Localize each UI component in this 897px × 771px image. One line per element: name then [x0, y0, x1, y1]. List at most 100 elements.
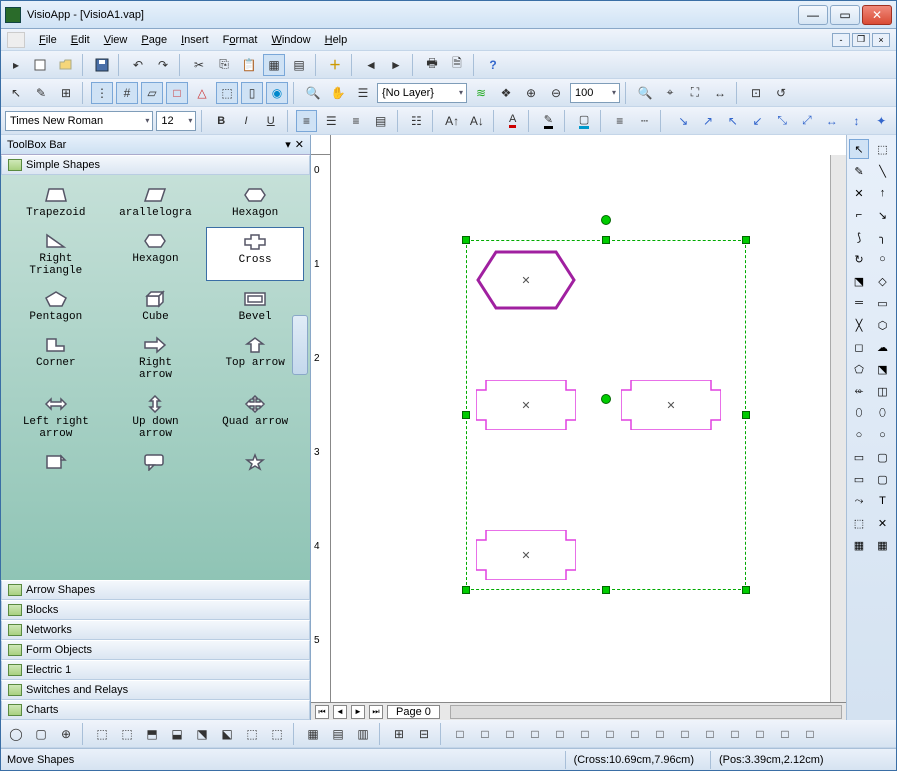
shape-item-tarrow[interactable]: Top arrow: [206, 331, 304, 385]
right-tool-18[interactable]: ◻: [849, 337, 869, 357]
pointer-tool[interactable]: ↖: [5, 82, 27, 104]
grid-tool[interactable]: ⊞: [55, 82, 77, 104]
right-tool-33[interactable]: T: [873, 491, 893, 511]
bottom-tool-8[interactable]: ⬔: [191, 723, 213, 745]
selection-handle[interactable]: [742, 411, 750, 419]
right-tool-27[interactable]: ○: [873, 425, 893, 445]
bottom-tool-1[interactable]: ▢: [30, 723, 52, 745]
right-tool-1[interactable]: ⬚: [873, 139, 893, 159]
mdi-restore[interactable]: ❐: [852, 33, 870, 47]
maximize-button[interactable]: ▭: [830, 5, 860, 25]
selection-handle[interactable]: [462, 411, 470, 419]
nav-next-button[interactable]: ►: [385, 54, 407, 76]
right-tool-13[interactable]: ◇: [873, 271, 893, 291]
shape-item-corner[interactable]: Corner: [7, 331, 105, 385]
cut-button[interactable]: ✂: [188, 54, 210, 76]
minimize-button[interactable]: —: [798, 5, 828, 25]
page-tab-label[interactable]: Page 0: [387, 705, 440, 719]
right-tool-12[interactable]: ⬔: [849, 271, 869, 291]
snap-d[interactable]: □: [166, 82, 188, 104]
bottom-tool-22[interactable]: □: [499, 723, 521, 745]
mdi-close[interactable]: ×: [872, 33, 890, 47]
new-button[interactable]: ▸: [5, 54, 27, 76]
selection-handle[interactable]: [602, 586, 610, 594]
save-button[interactable]: [91, 54, 113, 76]
toggle-b-button[interactable]: ▤: [288, 54, 310, 76]
zoom-region[interactable]: ⊡: [745, 82, 767, 104]
bottom-tool-18[interactable]: ⊟: [413, 723, 435, 745]
category-switches-and-relays[interactable]: Switches and Relays: [1, 680, 310, 700]
right-tool-34[interactable]: ⬚: [849, 513, 869, 533]
shape-item-rarrow[interactable]: Right arrow: [107, 331, 205, 385]
right-tool-23[interactable]: ◫: [873, 381, 893, 401]
open-button[interactable]: [55, 54, 77, 76]
help-button[interactable]: ?: [482, 54, 504, 76]
align-justify-button[interactable]: ▤: [370, 110, 392, 132]
font-dec-button[interactable]: A↓: [466, 110, 488, 132]
snap-g[interactable]: ▯: [241, 82, 263, 104]
right-tool-32[interactable]: ⤳: [849, 491, 869, 511]
selection-handle[interactable]: [742, 236, 750, 244]
right-tool-24[interactable]: ⬯: [849, 403, 869, 423]
fill-color-button[interactable]: ▢: [573, 110, 595, 132]
bottom-tool-13[interactable]: ▦: [302, 723, 324, 745]
tab-next[interactable]: ►: [351, 705, 365, 719]
shape-item-star[interactable]: [206, 448, 304, 478]
preview-button[interactable]: 🗎: [446, 54, 468, 76]
close-button[interactable]: ✕: [862, 5, 892, 25]
italic-button[interactable]: I: [235, 110, 257, 132]
zoom-fit-button[interactable]: 🔍: [634, 82, 656, 104]
right-tool-30[interactable]: ▭: [849, 469, 869, 489]
right-tool-35[interactable]: ✕: [873, 513, 893, 533]
shape-item-udarrow[interactable]: Up down arrow: [107, 390, 205, 444]
menu-help[interactable]: Help: [319, 32, 354, 48]
shape-item-hexagon[interactable]: Hexagon: [206, 181, 304, 223]
underline-button[interactable]: U: [260, 110, 282, 132]
category-electric-1[interactable]: Electric 1: [1, 660, 310, 680]
pan-tool[interactable]: ✋: [327, 82, 349, 104]
snap-h[interactable]: ◉: [266, 82, 288, 104]
right-tool-8[interactable]: ⟆: [849, 227, 869, 247]
toggle-a-button[interactable]: ▦: [263, 54, 285, 76]
font-color-button[interactable]: A: [502, 110, 524, 132]
bottom-tool-2[interactable]: ⊕: [55, 723, 77, 745]
shape-item-callout[interactable]: [107, 448, 205, 478]
toolbox-scrollbar[interactable]: [292, 315, 308, 375]
category-blocks[interactable]: Blocks: [1, 600, 310, 620]
right-tool-16[interactable]: ╳: [849, 315, 869, 335]
toolbox-pin-icon[interactable]: ▾: [285, 138, 291, 151]
snap-e[interactable]: △: [191, 82, 213, 104]
category-simple-shapes[interactable]: Simple Shapes: [1, 155, 310, 175]
shape-item-cross[interactable]: Cross: [206, 227, 304, 281]
add-button[interactable]: ＋: [324, 54, 346, 76]
menu-view[interactable]: View: [98, 32, 134, 48]
bottom-tool-25[interactable]: □: [574, 723, 596, 745]
canvas-cross-0[interactable]: ✕: [476, 380, 576, 430]
bottom-tool-5[interactable]: ⬚: [116, 723, 138, 745]
right-tool-28[interactable]: ▭: [849, 447, 869, 467]
right-tool-36[interactable]: ▦: [849, 535, 869, 555]
mdi-minimize[interactable]: -: [832, 33, 850, 47]
right-tool-21[interactable]: ⬔: [873, 359, 893, 379]
line-style-button[interactable]: ┄: [634, 110, 656, 132]
bottom-tool-14[interactable]: ▤: [327, 723, 349, 745]
toolbox-close-icon[interactable]: ✕: [295, 138, 304, 151]
right-tool-20[interactable]: ⬠: [849, 359, 869, 379]
snap-a[interactable]: ⋮: [91, 82, 113, 104]
right-tool-14[interactable]: ═: [849, 293, 869, 313]
undo-button[interactable]: ↶: [127, 54, 149, 76]
right-tool-15[interactable]: ▭: [873, 293, 893, 313]
line-weight-button[interactable]: ≡: [609, 110, 631, 132]
bottom-tool-20[interactable]: □: [449, 723, 471, 745]
bottom-tool-23[interactable]: □: [524, 723, 546, 745]
shape-item-note[interactable]: [7, 448, 105, 478]
canvas-cross-1[interactable]: ✕: [621, 380, 721, 430]
shape-item-pentagon[interactable]: Pentagon: [7, 285, 105, 327]
layer-tool-b[interactable]: ❖: [495, 82, 517, 104]
canvas-cross-2[interactable]: ✕: [476, 530, 576, 580]
menu-insert[interactable]: Insert: [175, 32, 215, 48]
conn-2[interactable]: ↗: [697, 110, 719, 132]
nav-prev-button[interactable]: ◄: [360, 54, 382, 76]
right-tool-11[interactable]: ○: [873, 249, 893, 269]
rotation-handle[interactable]: [601, 215, 611, 225]
